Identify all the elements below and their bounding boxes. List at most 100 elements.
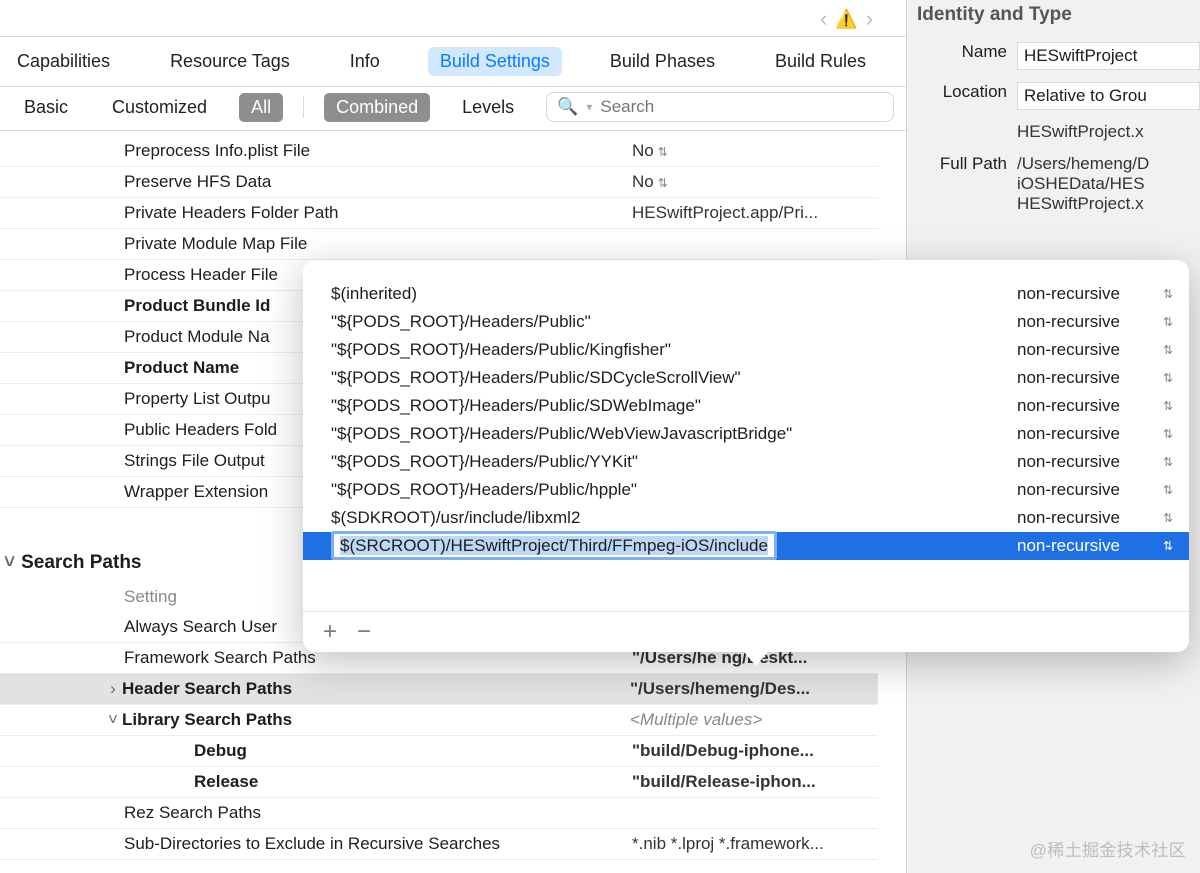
setting-value[interactable]: HESwiftProject.app/Pri... — [632, 203, 878, 223]
search-paths-popover: $(inherited) non-recursive ⇅ "${PODS_ROO… — [303, 260, 1189, 652]
list-item[interactable]: "${PODS_ROOT}/Headers/Public/SDWebImage"… — [303, 392, 1189, 420]
filter-customized[interactable]: Customized — [100, 93, 219, 122]
list-item-selected[interactable]: $(SRCROOT)/HESwiftProject/Third/FFmpeg-i… — [303, 532, 1189, 560]
inspector-label: Name — [917, 42, 1007, 70]
path-text: "${PODS_ROOT}/Headers/Public/hpple" — [331, 480, 1011, 500]
tab-build-phases[interactable]: Build Phases — [598, 47, 727, 76]
chevron-updown-icon[interactable]: ⇅ — [658, 145, 668, 159]
chevron-updown-icon[interactable]: ⇅ — [1163, 483, 1181, 497]
chevron-updown-icon[interactable]: ⇅ — [1163, 343, 1181, 357]
tab-build-rules[interactable]: Build Rules — [763, 47, 878, 76]
setting-key: Debug — [194, 741, 632, 761]
setting-library-release[interactable]: Release "build/Release-iphon... — [0, 767, 878, 798]
setting-value[interactable]: No⇅ — [632, 141, 878, 161]
tab-info[interactable]: Info — [338, 47, 392, 76]
setting-subdirs-exclude[interactable]: Sub-Directories to Exclude in Recursive … — [0, 829, 878, 860]
chevron-updown-icon[interactable]: ⇅ — [1163, 427, 1181, 441]
list-item[interactable]: $(inherited) non-recursive ⇅ — [303, 280, 1189, 308]
chevron-updown-icon[interactable]: ⇅ — [1163, 511, 1181, 525]
setting-private-module-map[interactable]: Private Module Map File — [0, 229, 878, 260]
forward-icon[interactable]: › — [866, 6, 873, 32]
recursive-select[interactable]: non-recursive — [1011, 480, 1163, 500]
setting-key: Preprocess Info.plist File — [124, 141, 632, 161]
recursive-select[interactable]: non-recursive — [1011, 368, 1163, 388]
warning-icon[interactable]: ⚠️ — [835, 9, 857, 30]
setting-key: Sub-Directories to Exclude in Recursive … — [124, 834, 632, 854]
path-text: "${PODS_ROOT}/Headers/Public/WebViewJava… — [331, 424, 1011, 444]
setting-preprocess-info-plist[interactable]: Preprocess Info.plist File No⇅ — [0, 136, 878, 167]
back-icon[interactable]: ‹ — [820, 6, 827, 32]
list-item[interactable]: "${PODS_ROOT}/Headers/Public/WebViewJava… — [303, 420, 1189, 448]
chevron-right-icon[interactable]: › — [104, 679, 122, 699]
list-item[interactable]: $(SDKROOT)/usr/include/libxml2 non-recur… — [303, 504, 1189, 532]
location-path: HESwiftProject.x — [1017, 122, 1200, 142]
list-item[interactable]: "${PODS_ROOT}/Headers/Public/hpple" non-… — [303, 476, 1189, 504]
chevron-down-icon[interactable]: ▾ — [586, 100, 592, 114]
chevron-updown-icon[interactable]: ⇅ — [1163, 371, 1181, 385]
path-text: "${PODS_ROOT}/Headers/Public" — [331, 312, 1011, 332]
tab-build-settings[interactable]: Build Settings — [428, 47, 562, 76]
recursive-select[interactable]: non-recursive — [1011, 536, 1163, 556]
name-input[interactable]: HESwiftProject — [1017, 42, 1200, 70]
chevron-updown-icon[interactable]: ⇅ — [1163, 539, 1181, 553]
recursive-select[interactable]: non-recursive — [1011, 312, 1163, 332]
remove-button[interactable]: − — [357, 620, 371, 644]
search-field[interactable]: 🔍 ▾ — [546, 92, 894, 122]
path-edit-cell[interactable]: $(SRCROOT)/HESwiftProject/Third/FFmpeg-i… — [331, 536, 1011, 556]
recursive-select[interactable]: non-recursive — [1011, 284, 1163, 304]
recursive-select[interactable]: non-recursive — [1011, 452, 1163, 472]
chevron-down-icon[interactable]: ˅ — [104, 710, 122, 730]
project-tabs: Capabilities Resource Tags Info Build Se… — [0, 36, 906, 87]
list-item[interactable]: "${PODS_ROOT}/Headers/Public" non-recurs… — [303, 308, 1189, 336]
path-text: $(SDKROOT)/usr/include/libxml2 — [331, 508, 1011, 528]
tab-resource-tags[interactable]: Resource Tags — [158, 47, 302, 76]
popover-footer: + − — [303, 611, 1189, 652]
location-select[interactable]: Relative to Grou — [1017, 82, 1200, 110]
path-text: "${PODS_ROOT}/Headers/Public/SDWebImage" — [331, 396, 1011, 416]
setting-library-debug[interactable]: Debug "build/Debug-iphone... — [0, 736, 878, 767]
chevron-updown-icon[interactable]: ⇅ — [1163, 399, 1181, 413]
setting-value[interactable]: "build/Debug-iphone... — [632, 741, 878, 761]
setting-key: Release — [194, 772, 632, 792]
filter-levels[interactable]: Levels — [450, 93, 526, 122]
setting-rez-search-paths[interactable]: Rez Search Paths — [0, 798, 878, 829]
list-item[interactable]: "${PODS_ROOT}/Headers/Public/YYKit" non-… — [303, 448, 1189, 476]
search-input[interactable] — [600, 97, 883, 117]
search-icon: 🔍 — [557, 97, 578, 117]
setting-value[interactable]: "build/Release-iphon... — [632, 772, 878, 792]
filter-combined[interactable]: Combined — [324, 93, 430, 122]
filter-basic[interactable]: Basic — [12, 93, 80, 122]
chevron-updown-icon[interactable]: ⇅ — [1163, 315, 1181, 329]
chevron-down-icon[interactable]: ˅ — [4, 552, 15, 574]
setting-library-search-paths[interactable]: ˅ Library Search Paths <Multiple values> — [0, 705, 878, 736]
setting-header-search-paths[interactable]: › Header Search Paths "/Users/hemeng/Des… — [0, 674, 878, 705]
setting-value[interactable]: "/Users/hemeng/Des... — [630, 679, 878, 699]
setting-key: Private Module Map File — [124, 234, 632, 254]
path-input[interactable]: $(SRCROOT)/HESwiftProject/Third/FFmpeg-i… — [331, 531, 777, 560]
filter-all[interactable]: All — [239, 93, 283, 122]
setting-value[interactable]: *.nib *.lproj *.framework... — [632, 834, 878, 854]
setting-private-headers-folder[interactable]: Private Headers Folder Path HESwiftProje… — [0, 198, 878, 229]
filter-bar: Basic Customized All Combined Levels 🔍 ▾ — [0, 84, 906, 131]
inspector-title: Identity and Type — [907, 4, 1200, 36]
popover-list[interactable]: $(inherited) non-recursive ⇅ "${PODS_ROO… — [303, 260, 1189, 611]
setting-preserve-hfs[interactable]: Preserve HFS Data No⇅ — [0, 167, 878, 198]
recursive-select[interactable]: non-recursive — [1011, 508, 1163, 528]
inspector-row-name: Name HESwiftProject — [907, 36, 1200, 76]
recursive-select[interactable]: non-recursive — [1011, 340, 1163, 360]
chevron-updown-icon[interactable]: ⇅ — [1163, 455, 1181, 469]
recursive-select[interactable]: non-recursive — [1011, 424, 1163, 444]
list-item[interactable]: "${PODS_ROOT}/Headers/Public/Kingfisher"… — [303, 336, 1189, 364]
chevron-updown-icon[interactable]: ⇅ — [1163, 287, 1181, 301]
add-button[interactable]: + — [323, 620, 337, 644]
list-item[interactable]: "${PODS_ROOT}/Headers/Public/SDCycleScro… — [303, 364, 1189, 392]
recursive-select[interactable]: non-recursive — [1011, 396, 1163, 416]
chevron-updown-icon[interactable]: ⇅ — [658, 176, 668, 190]
inspector-label — [917, 122, 1007, 142]
inspector-row-location: Location Relative to Grou — [907, 76, 1200, 116]
tab-capabilities[interactable]: Capabilities — [5, 47, 122, 76]
setting-key: Private Headers Folder Path — [124, 203, 632, 223]
setting-value[interactable]: <Multiple values> — [630, 710, 878, 730]
setting-key: Preserve HFS Data — [124, 172, 632, 192]
setting-value[interactable]: No⇅ — [632, 172, 878, 192]
